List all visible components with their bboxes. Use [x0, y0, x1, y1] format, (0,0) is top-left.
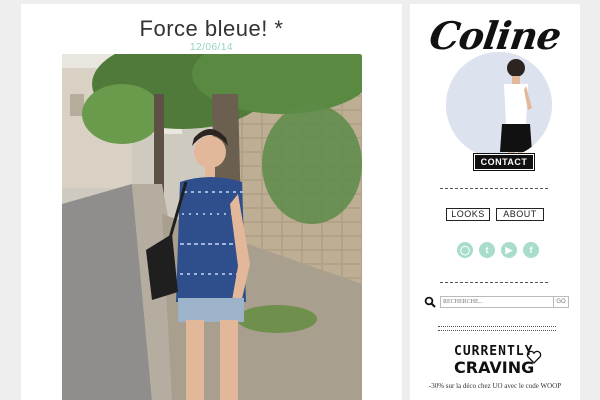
twitter-icon[interactable]: t [479, 242, 495, 258]
sidebar: Coline CONTACT LOOKS ABOUT ◯ t ▶ f GO CU… [410, 4, 580, 400]
contact-button[interactable]: CONTACT [473, 153, 535, 171]
nav-about-button[interactable]: ABOUT [496, 208, 544, 221]
heart-icon [526, 350, 542, 364]
divider [440, 282, 548, 283]
divider [440, 188, 548, 189]
search-icon[interactable] [424, 296, 436, 308]
post-title[interactable]: Force bleue! * [21, 16, 402, 42]
photo-illustration [62, 54, 362, 400]
post-photo[interactable] [62, 54, 362, 400]
post-card: Force bleue! * 12/06/14 [21, 4, 402, 400]
instagram-icon[interactable]: ◯ [457, 242, 473, 258]
search-input[interactable] [440, 296, 554, 308]
avatar [446, 52, 552, 158]
avatar-illustration [446, 52, 552, 158]
youtube-icon[interactable]: ▶ [501, 242, 517, 258]
nav-looks-button[interactable]: LOOKS [446, 208, 490, 221]
site-logo[interactable]: Coline [407, 13, 583, 58]
post-date: 12/06/14 [190, 42, 233, 53]
divider [438, 326, 556, 331]
craving-title-line1: CURRENTLY [454, 344, 534, 359]
facebook-icon[interactable]: f [523, 242, 539, 258]
craving-title-line2: CRAVING [454, 358, 535, 377]
search-go-button[interactable]: GO [553, 296, 569, 308]
promo-text[interactable]: -30% sur la déco chez UO avec le code WO… [410, 382, 580, 390]
